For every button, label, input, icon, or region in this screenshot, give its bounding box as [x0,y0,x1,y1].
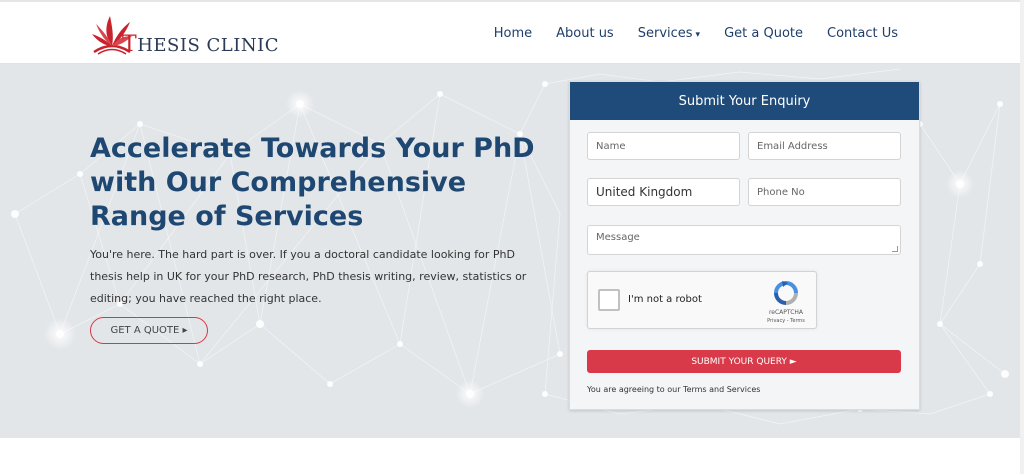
resize-handle-icon[interactable] [892,246,898,252]
logo-wordmark: THESIS CLINIC [122,32,279,57]
recaptcha-terms-link[interactable]: Privacy - Terms [756,318,816,324]
message-placeholder: Message [596,232,640,243]
recaptcha-checkbox[interactable] [598,289,620,311]
enquiry-form-body: Name Email Address United Kingdom Phone … [570,120,919,409]
enquiry-form-title: Submit Your Enquiry [570,82,919,120]
nav-services[interactable]: Services ▾ [638,26,700,41]
logo-name: HESIS CLINIC [137,35,279,56]
phone-field[interactable]: Phone No [748,178,901,206]
nav-about-us[interactable]: About us [556,26,614,41]
nav-get-a-quote[interactable]: Get a Quote [724,26,803,41]
recaptcha-label: I'm not a robot [628,294,702,305]
submit-query-button[interactable]: SUBMIT YOUR QUERY ► [587,350,901,373]
nav-contact-us[interactable]: Contact Us [827,26,898,41]
chevron-down-icon: ▾ [695,30,701,40]
name-field[interactable]: Name [587,132,740,160]
nav-services-label: Services [637,26,693,41]
recaptcha-widget: I'm not a robot reCAPTCHA Privacy - Term… [587,271,817,329]
page: THESIS CLINIC Home About us Services ▾ Ge… [0,0,1024,474]
email-field[interactable]: Email Address [748,132,901,160]
recaptcha-logo-icon [774,281,798,305]
site-logo[interactable]: THESIS CLINIC [90,10,279,58]
main-nav: Home About us Services ▾ Get a Quote Cont… [494,26,898,41]
hero-description: You're here. The hard part is over. If y… [90,248,527,305]
message-field[interactable]: Message [587,225,901,255]
page-scrollbar[interactable] [1020,0,1024,474]
country-field[interactable]: United Kingdom [587,178,740,206]
logo-initial: T [122,32,138,57]
recaptcha-brand: reCAPTCHA [768,309,804,316]
get-a-quote-button[interactable]: GET A QUOTE ▸ [90,317,208,344]
nav-home[interactable]: Home [494,26,532,41]
site-header: THESIS CLINIC Home About us Services ▾ Ge… [0,0,1024,64]
enquiry-form-card: Submit Your Enquiry Name Email Address U… [569,81,920,410]
hero-headline: Accelerate Towards Your PhD with Our Com… [90,133,535,232]
terms-agreement-text: You are agreeing to our Terms and Servic… [587,385,761,394]
